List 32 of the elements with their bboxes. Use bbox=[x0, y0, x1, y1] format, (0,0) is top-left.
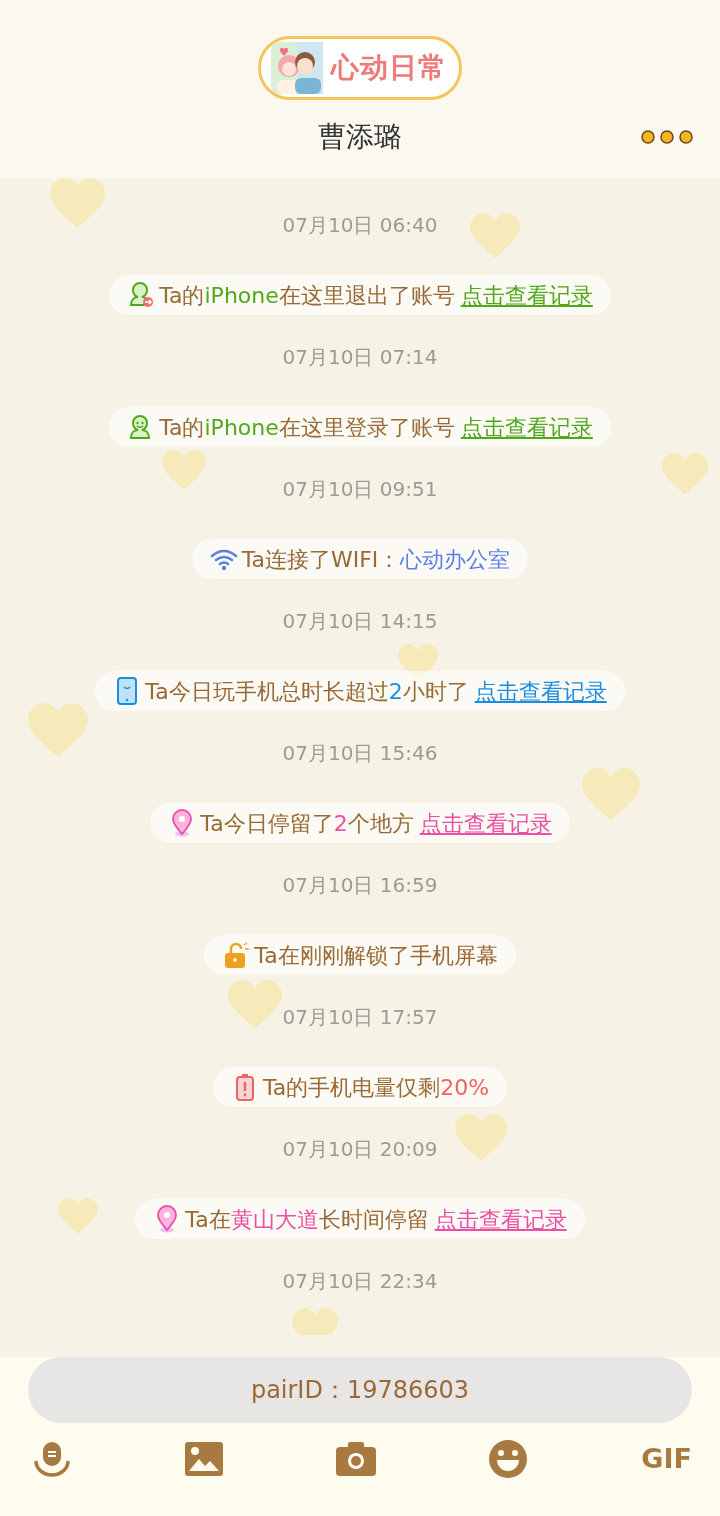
input-field[interactable]: pairID：19786603 bbox=[28, 1357, 692, 1423]
chat-title: 曹添璐 bbox=[318, 119, 402, 155]
notification-text: Ta在黄山大道长时间停留 bbox=[185, 1205, 429, 1234]
view-record-link[interactable]: 点击查看记录 bbox=[474, 674, 607, 708]
timestamp: 07月10日 15:46 bbox=[282, 740, 438, 767]
gif-button[interactable]: GIF bbox=[641, 1439, 692, 1480]
notification-text: Ta连接了WIFI：心动办公室 bbox=[241, 545, 511, 574]
timestamp: 07月10日 09:51 bbox=[282, 476, 438, 503]
notification-text: Ta今日停留了2个地方 bbox=[200, 809, 414, 838]
timestamp: 07月10日 06:40 bbox=[282, 212, 438, 239]
timestamp: 07月10日 20:09 bbox=[282, 1136, 438, 1163]
image-icon[interactable] bbox=[184, 1442, 223, 1477]
notification-text: Ta今日玩手机总时长超过2小时了 bbox=[145, 677, 469, 706]
view-record-link[interactable]: 点击查看记录 bbox=[434, 1202, 567, 1236]
timestamp: 07月10日 17:57 bbox=[282, 1004, 438, 1031]
notification-text: Ta的iPhone在这里登录了账号 bbox=[159, 413, 455, 442]
notification-text: Ta的手机电量仅剩20% bbox=[262, 1073, 490, 1102]
emoji-icon[interactable] bbox=[488, 1439, 529, 1480]
logo-text: 心动日常 bbox=[331, 50, 447, 86]
voice-icon[interactable] bbox=[32, 1439, 72, 1480]
timestamp: 07月10日 22:34 bbox=[282, 1268, 438, 1295]
notification-text: Ta在刚刚解锁了手机屏幕 bbox=[254, 941, 498, 970]
camera-icon[interactable] bbox=[335, 1442, 376, 1477]
timestamp: 07月10日 07:14 bbox=[282, 344, 438, 371]
view-record-link[interactable]: 点击查看记录 bbox=[460, 410, 593, 444]
view-record-link[interactable]: 点击查看记录 bbox=[419, 806, 552, 840]
notification-text: Ta的iPhone在这里退出了账号 bbox=[159, 281, 455, 310]
user-exit-icon bbox=[127, 281, 156, 309]
timestamp: 07月10日 14:15 bbox=[282, 608, 438, 635]
more-icon[interactable] bbox=[640, 129, 694, 145]
view-record-link[interactable]: 点击查看记录 bbox=[460, 278, 593, 312]
timestamp: 07月10日 16:59 bbox=[282, 872, 438, 899]
